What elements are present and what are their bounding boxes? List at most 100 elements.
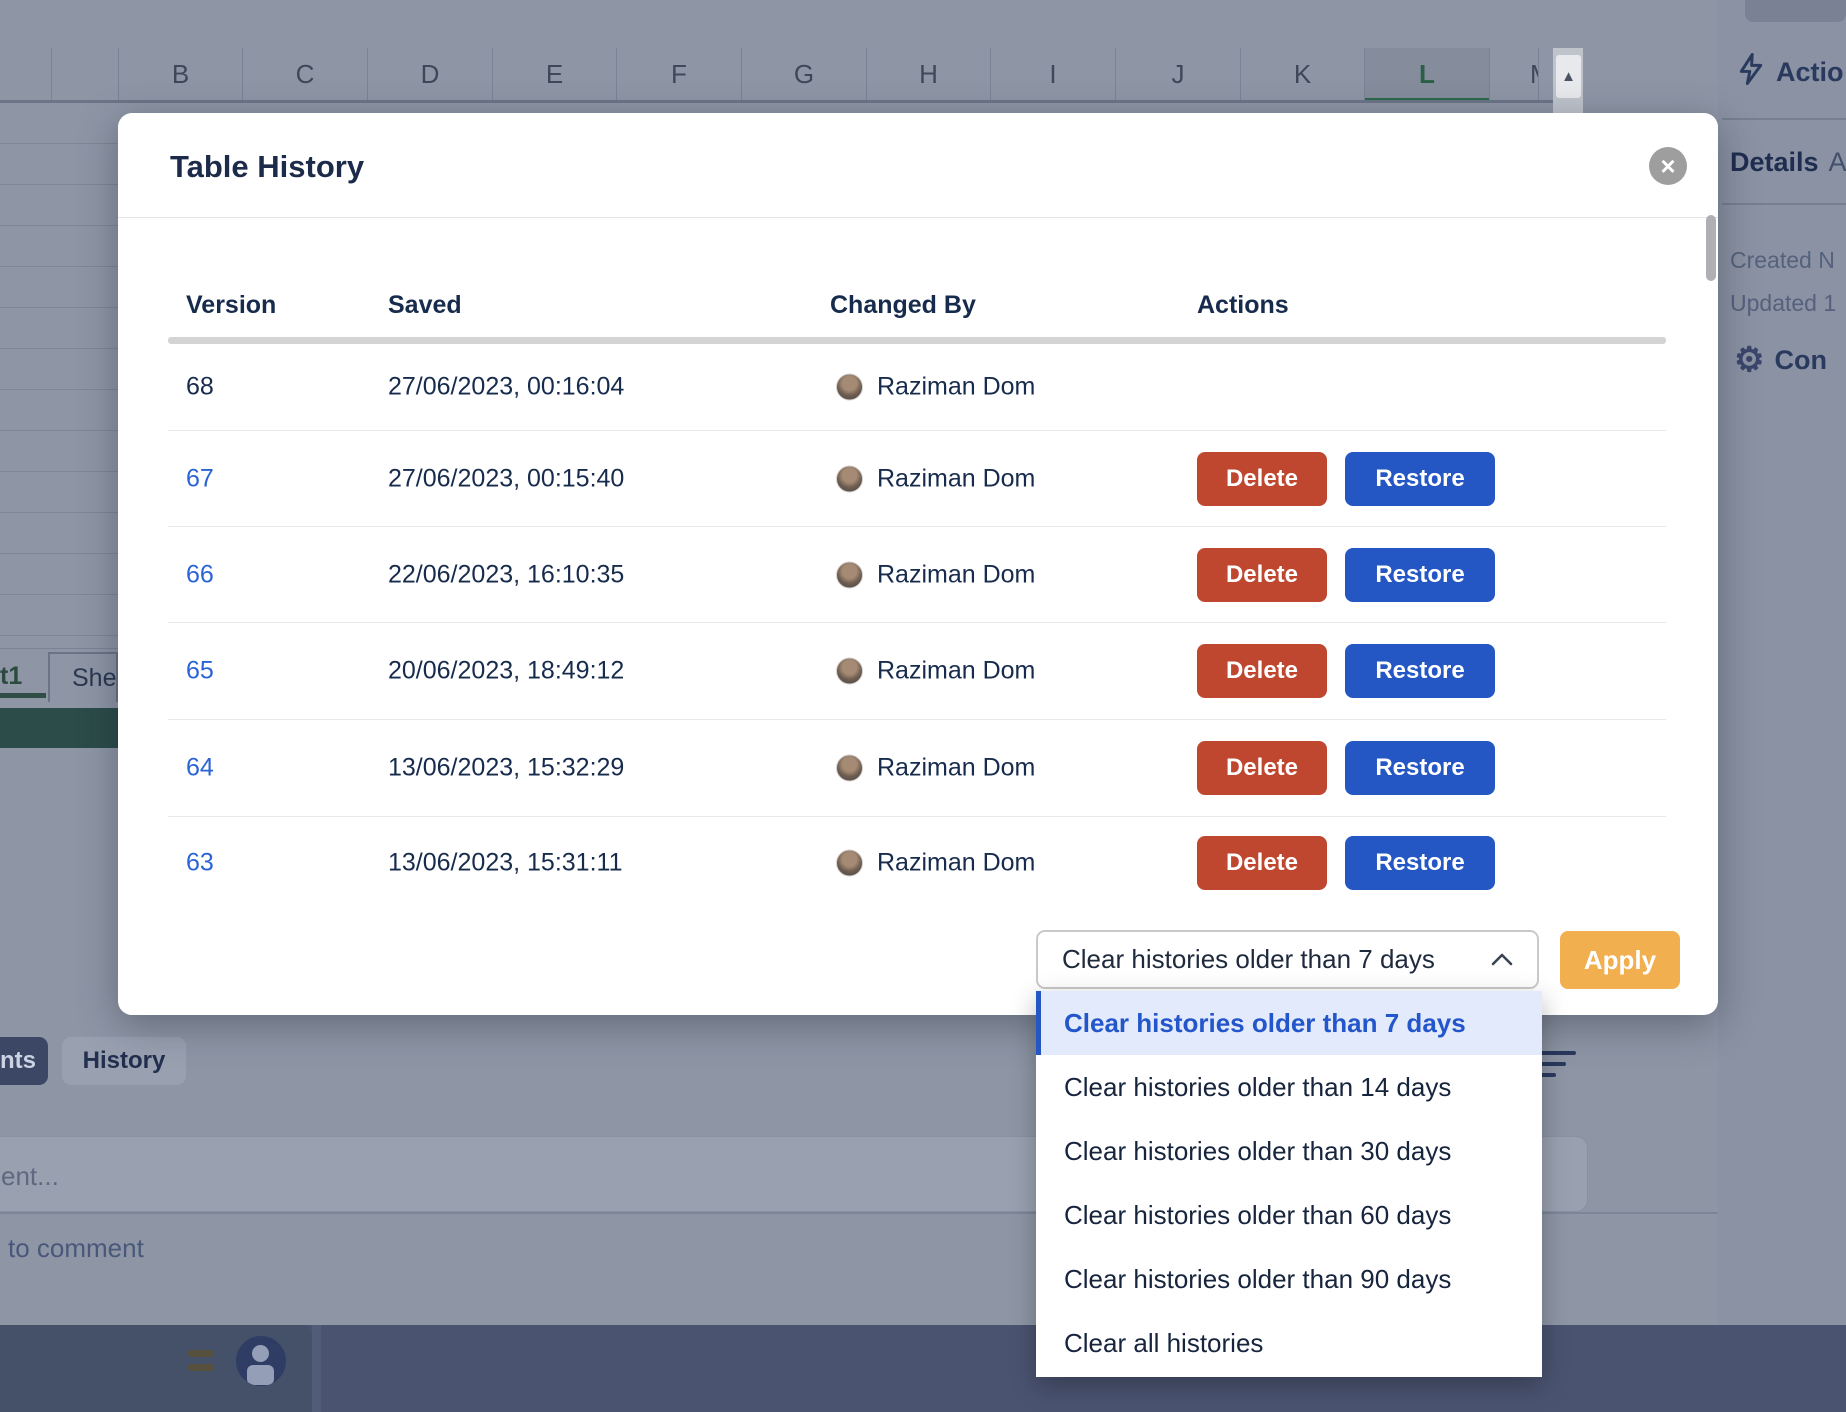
updated-meta: Updated 1 (1730, 289, 1846, 317)
changed-by-cell: Raziman Dom (877, 464, 1035, 493)
delete-button[interactable]: Delete (1197, 548, 1327, 602)
delete-button[interactable]: Delete (1197, 836, 1327, 890)
saved-cell: 27/06/2023, 00:15:40 (388, 464, 624, 493)
column-header-d[interactable]: D (368, 48, 493, 100)
version-link[interactable]: 63 (186, 848, 214, 877)
restore-button[interactable]: Restore (1345, 836, 1495, 890)
saved-cell: 13/06/2023, 15:32:29 (388, 754, 624, 783)
equals-icon (188, 1350, 214, 1372)
version-link[interactable]: 67 (186, 464, 214, 493)
avatar (836, 849, 863, 876)
clear-histories-dropdown-menu: Clear histories older than 7 days Clear … (1036, 991, 1542, 1377)
menu-item-clear-all[interactable]: Clear all histories (1036, 1311, 1542, 1375)
lightning-icon (1736, 52, 1766, 92)
table-top-scrollbar[interactable] (168, 337, 1666, 344)
changed-by-cell: Raziman Dom (877, 560, 1035, 589)
column-header-m-partial[interactable]: M (1490, 48, 1539, 100)
column-header-h[interactable]: H (867, 48, 991, 100)
sheet-tab-next[interactable]: She (48, 652, 118, 702)
tab-history[interactable]: History (62, 1037, 186, 1085)
column-header-j[interactable]: J (1116, 48, 1241, 100)
version-link[interactable]: 64 (186, 754, 214, 783)
avatar (836, 374, 863, 401)
panel-divider (1722, 118, 1846, 120)
header-saved: Saved (388, 291, 462, 320)
close-icon[interactable]: × (1649, 147, 1687, 185)
version-cell: 68 (186, 373, 214, 402)
column-header-partial (52, 48, 119, 100)
header-actions: Actions (1197, 291, 1289, 320)
bottom-bar-divider (312, 1325, 321, 1412)
saved-cell: 20/06/2023, 18:49:12 (388, 657, 624, 686)
restore-button[interactable]: Restore (1345, 741, 1495, 795)
login-to-comment-hint: to comment (8, 1233, 308, 1264)
menu-item-clear-60-days[interactable]: Clear histories older than 60 days (1036, 1183, 1542, 1247)
avatar (836, 465, 863, 492)
column-header-g[interactable]: G (742, 48, 867, 100)
modal-scrollbar-thumb[interactable] (1706, 215, 1716, 281)
column-header-border (0, 100, 1553, 103)
menu-item-clear-7-days[interactable]: Clear histories older than 7 days (1036, 991, 1542, 1055)
delete-button[interactable]: Delete (1197, 452, 1327, 506)
delete-button[interactable]: Delete (1197, 644, 1327, 698)
avatar (836, 561, 863, 588)
selected-option-value: Clear histories older than 7 days (1062, 944, 1435, 975)
clear-histories-select[interactable]: Clear histories older than 7 days (1036, 930, 1539, 989)
version-link[interactable]: 66 (186, 560, 214, 589)
menu-item-clear-30-days[interactable]: Clear histories older than 30 days (1036, 1119, 1542, 1183)
restore-button[interactable]: Restore (1345, 452, 1495, 506)
row-header-corner (0, 48, 52, 100)
scroll-up-icon[interactable]: ▲ (1556, 55, 1581, 98)
saved-cell: 13/06/2023, 15:31:11 (388, 848, 622, 877)
column-header-k[interactable]: K (1241, 48, 1365, 100)
actions-panel-header[interactable]: Actio (1736, 52, 1846, 92)
delete-button[interactable]: Delete (1197, 741, 1327, 795)
column-header-row: B C D E F G H I J K L M (0, 48, 1553, 100)
apply-button[interactable]: Apply (1560, 931, 1680, 989)
table-row: 63 13/06/2023, 15:31:11 Raziman Dom Dele… (168, 816, 1666, 908)
table-row: 65 20/06/2023, 18:49:12 Raziman Dom Dele… (168, 622, 1666, 719)
selected-sheet-color-bar (0, 708, 118, 748)
saved-cell: 22/06/2023, 16:10:35 (388, 560, 624, 589)
table-row: 67 27/06/2023, 00:15:40 Raziman Dom Dele… (168, 430, 1666, 526)
table-row: 68 27/06/2023, 00:16:04 Raziman Dom (168, 344, 1666, 430)
restore-button[interactable]: Restore (1345, 548, 1495, 602)
chevron-up-icon[interactable] (1491, 953, 1513, 966)
sort-icon[interactable] (1540, 1051, 1580, 1081)
tab-comments[interactable]: nts (0, 1037, 48, 1085)
header-changed-by: Changed By (830, 291, 976, 320)
changed-by-cell: Raziman Dom (877, 373, 1035, 402)
comment-placeholder: ent... (1, 1161, 59, 1192)
changed-by-cell: Raziman Dom (877, 657, 1035, 686)
changed-by-cell: Raziman Dom (877, 754, 1035, 783)
toolbar-button-partial[interactable] (1745, 0, 1846, 22)
history-table-body: 68 27/06/2023, 00:16:04 Raziman Dom 67 2… (168, 344, 1666, 908)
created-meta: Created N (1730, 246, 1846, 274)
column-header-e[interactable]: E (493, 48, 617, 100)
panel-divider (1722, 203, 1846, 205)
table-row: 64 13/06/2023, 15:32:29 Raziman Dom Dele… (168, 719, 1666, 816)
avatar (836, 755, 863, 782)
sheet-tab-active[interactable]: t1 (0, 660, 46, 698)
modal-title-divider (118, 217, 1718, 218)
modal-title: Table History (170, 149, 364, 185)
menu-item-clear-90-days[interactable]: Clear histories older than 90 days (1036, 1247, 1542, 1311)
column-header-f[interactable]: F (617, 48, 742, 100)
restore-button[interactable]: Restore (1345, 644, 1495, 698)
column-header-b[interactable]: B (119, 48, 243, 100)
user-icon[interactable] (236, 1336, 286, 1386)
table-row: 66 22/06/2023, 16:10:35 Raziman Dom Dele… (168, 526, 1666, 622)
details-tab[interactable]: Details A (1730, 142, 1846, 182)
configure-panel-item[interactable]: ⚙ Con (1734, 338, 1846, 382)
menu-item-clear-14-days[interactable]: Clear histories older than 14 days (1036, 1055, 1542, 1119)
version-link[interactable]: 65 (186, 657, 214, 686)
column-header-l-selected[interactable]: L (1365, 48, 1490, 100)
history-table-header: Version Saved Changed By Actions (168, 291, 1666, 321)
column-header-c[interactable]: C (243, 48, 368, 100)
gear-icon: ⚙ (1734, 340, 1764, 380)
avatar (836, 658, 863, 685)
details-side-panel (1718, 0, 1846, 1412)
column-header-i[interactable]: I (991, 48, 1116, 100)
header-version: Version (186, 291, 276, 320)
spreadsheet-gridlines (0, 103, 118, 648)
